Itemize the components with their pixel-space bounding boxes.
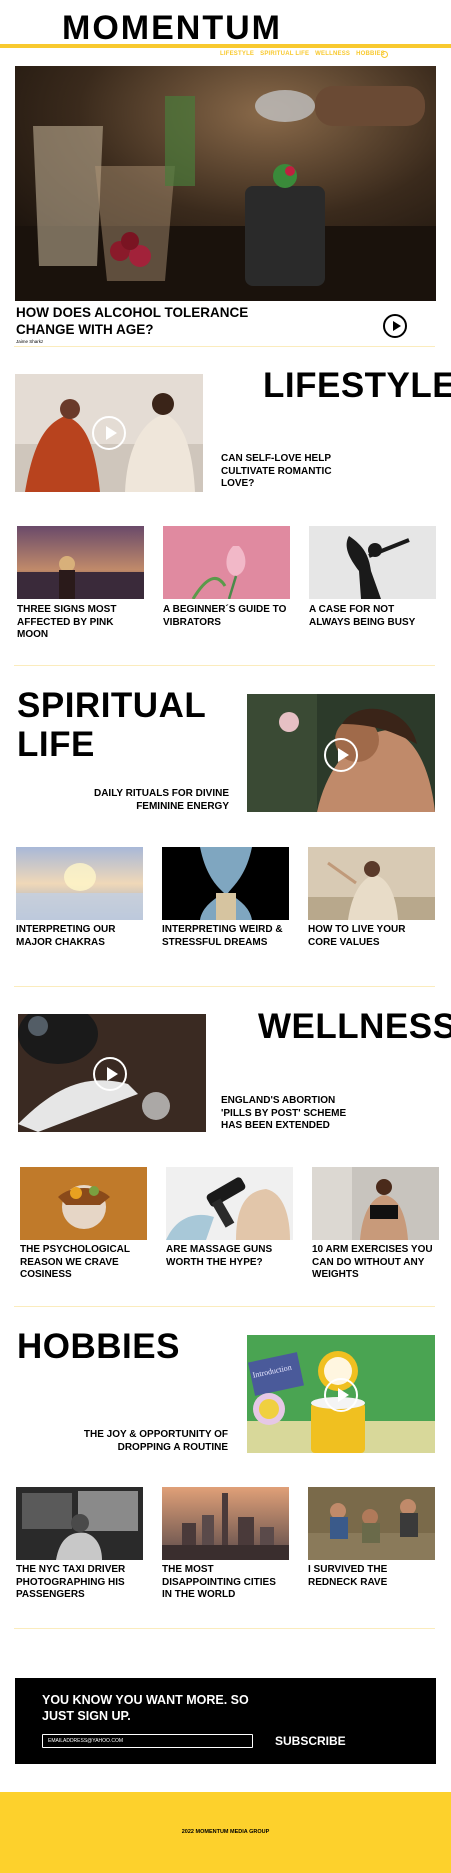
article-image[interactable]	[16, 847, 143, 920]
hero-author: Jaime Sharkz	[16, 339, 44, 344]
search-icon[interactable]	[381, 51, 388, 58]
article-title[interactable]: ARE MASSAGE GUNS WORTH THE HYPE?	[166, 1244, 291, 1269]
lifestyle-feature-headline[interactable]: CAN SELF-LOVE HELP CULTIVATE ROMANTIC LO…	[221, 453, 346, 491]
article-image[interactable]	[308, 847, 435, 920]
article-title[interactable]: A CASE FOR NOT ALWAYS BEING BUSY	[309, 604, 434, 629]
spiritual-title-line1[interactable]: SPIRITUAL	[17, 688, 206, 724]
article-image[interactable]	[17, 526, 144, 599]
lifestyle-title[interactable]: LIFESTYLE	[263, 368, 451, 404]
article-image[interactable]	[162, 847, 289, 920]
article-image[interactable]	[163, 526, 290, 599]
nav-wellness[interactable]: WELLNESS	[315, 51, 350, 57]
spiritual-feature-headline[interactable]: DAILY RITUALS FOR DIVINE FEMININE ENERGY	[93, 788, 229, 813]
article-title[interactable]: THE PSYCHOLOGICAL REASON WE CRAVE COSINE…	[20, 1244, 145, 1282]
spiritual-title-line2[interactable]: LIFE	[17, 727, 95, 763]
divider	[14, 986, 435, 987]
play-icon[interactable]	[324, 738, 358, 772]
page: MOMENTUM LIFESTYLE SPIRITUAL LIFE WELLNE…	[0, 0, 451, 1873]
footer-text: 2022 MOMENTUM MEDIA GROUP	[181, 1829, 270, 1835]
article-image[interactable]	[20, 1167, 147, 1240]
hobbies-feature-headline[interactable]: THE JOY & OPPORTUNITY OF DROPPING A ROUT…	[73, 1429, 228, 1454]
article-image[interactable]	[312, 1167, 439, 1240]
email-field[interactable]	[42, 1734, 253, 1748]
article-image[interactable]	[308, 1487, 435, 1560]
article-title[interactable]: THE NYC TAXI DRIVER PHOTOGRAPHING HIS PA…	[16, 1564, 141, 1602]
main-nav: LIFESTYLE SPIRITUAL LIFE WELLNESS HOBBIE…	[220, 51, 385, 57]
article-title[interactable]: THREE SIGNS MOST AFFECTED BY PINK MOON	[17, 604, 142, 642]
divider	[14, 665, 435, 666]
article-image[interactable]	[166, 1167, 293, 1240]
nav-lifestyle[interactable]: LIFESTYLE	[220, 51, 254, 57]
article-title[interactable]: INTERPRETING OUR MAJOR CHAKRAS	[16, 924, 141, 949]
wellness-feature-headline[interactable]: ENGLAND'S ABORTION 'PILLS BY POST' SCHEM…	[221, 1095, 359, 1133]
hero-headline[interactable]: HOW DOES ALCOHOL TOLERANCE CHANGE WITH A…	[16, 304, 256, 338]
article-image[interactable]	[309, 526, 436, 599]
divider	[14, 346, 435, 347]
divider	[14, 1628, 435, 1629]
article-title[interactable]: A BEGINNER´S GUIDE TO VIBRATORS	[163, 604, 288, 629]
article-image[interactable]	[162, 1487, 289, 1560]
divider	[14, 1306, 435, 1307]
hero-image[interactable]	[15, 66, 436, 301]
subscribe-button[interactable]: SUBSCRIBE	[275, 1734, 346, 1748]
site-logo[interactable]: MOMENTUM	[62, 8, 282, 48]
article-title[interactable]: I SURVIVED THE REDNECK RAVE	[308, 1564, 418, 1589]
play-icon[interactable]	[383, 314, 407, 338]
article-title[interactable]: THE MOST DISAPPOINTING CITIES IN THE WOR…	[162, 1564, 287, 1602]
footer: 2022 MOMENTUM MEDIA GROUP	[0, 1792, 451, 1873]
article-image[interactable]	[16, 1487, 143, 1560]
play-icon[interactable]	[324, 1378, 358, 1412]
article-title[interactable]: 10 ARM EXERCISES YOU CAN DO WITHOUT ANY …	[312, 1244, 442, 1282]
nav-spiritual-life[interactable]: SPIRITUAL LIFE	[260, 51, 309, 57]
play-icon[interactable]	[92, 416, 126, 450]
header-accent-bar	[0, 44, 451, 48]
play-icon[interactable]	[93, 1057, 127, 1091]
signup-heading: YOU KNOW YOU WANT MORE. SO JUST SIGN UP.	[42, 1693, 249, 1723]
article-title[interactable]: HOW TO LIVE YOUR CORE VALUES	[308, 924, 418, 949]
hobbies-title[interactable]: HOBBIES	[17, 1329, 180, 1365]
wellness-title[interactable]: WELLNESS	[258, 1009, 451, 1045]
article-title[interactable]: INTERPRETING WEIRD & STRESSFUL DREAMS	[162, 924, 287, 949]
signup-box: YOU KNOW YOU WANT MORE. SO JUST SIGN UP.…	[15, 1678, 436, 1764]
